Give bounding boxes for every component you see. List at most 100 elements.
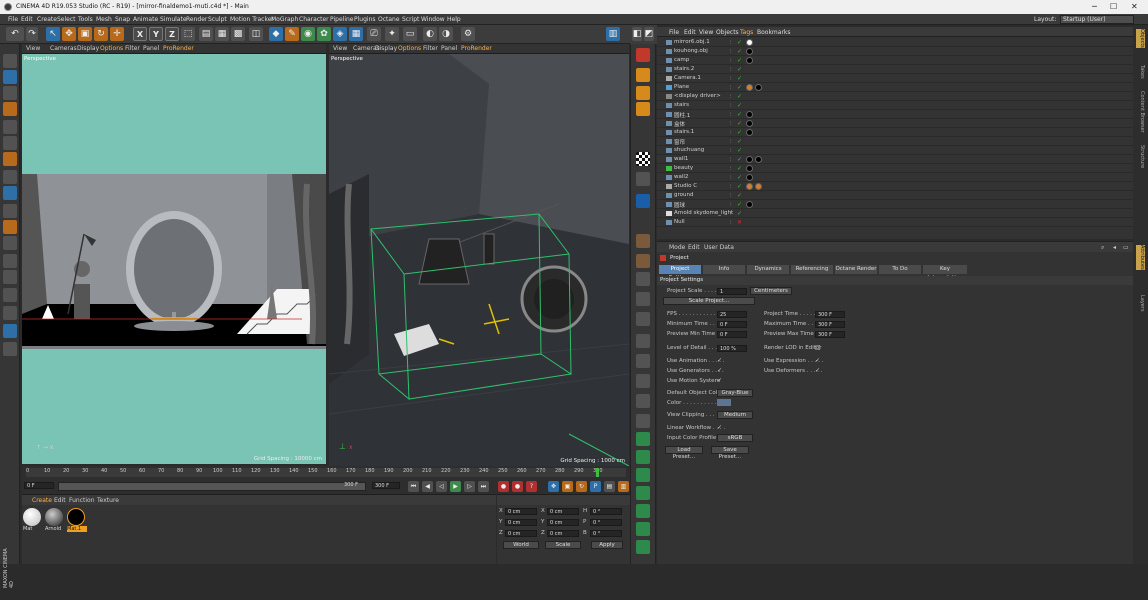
octane-icon[interactable]: ◐ bbox=[423, 27, 437, 41]
mat-menu-texture[interactable]: Texture bbox=[97, 497, 119, 504]
visibility-dots-icon[interactable]: ⁝ bbox=[730, 121, 732, 127]
camera-icon[interactable]: ⎚ bbox=[367, 27, 381, 41]
timeline-window-icon[interactable]: ▥ bbox=[618, 481, 629, 492]
move-tool-icon[interactable]: ✥ bbox=[62, 27, 76, 41]
visibility-dots-icon[interactable]: ⁝ bbox=[730, 130, 732, 136]
array-icon[interactable]: ✿ bbox=[317, 27, 331, 41]
strip-icon-c[interactable] bbox=[636, 254, 650, 268]
tab-to-do[interactable]: To Do bbox=[879, 265, 921, 274]
object-row[interactable]: 圆球 ⁝ ✓ bbox=[657, 200, 1133, 209]
coord-position-field[interactable]: 0 cm bbox=[505, 530, 537, 537]
tag-icon[interactable] bbox=[755, 183, 762, 190]
visibility-dots-icon[interactable]: ⁝ bbox=[730, 220, 732, 226]
menu-motion-tracker[interactable]: Motion Tracker bbox=[230, 16, 274, 23]
vp1-menu-panel[interactable]: Panel bbox=[143, 45, 159, 52]
planar-workplane-icon[interactable] bbox=[3, 270, 17, 284]
render-view-icon[interactable]: ▤ bbox=[199, 27, 213, 41]
x-axis-lock-button[interactable]: X bbox=[133, 27, 147, 41]
enabled-check-icon[interactable]: ✓ bbox=[737, 102, 742, 109]
tag-icon[interactable] bbox=[746, 183, 753, 190]
key-param-icon[interactable]: P bbox=[590, 481, 601, 492]
visibility-dots-icon[interactable]: ⁝ bbox=[730, 148, 732, 154]
material-swatch[interactable]: Mat.1 bbox=[67, 508, 87, 534]
visibility-dots-icon[interactable]: ⁝ bbox=[730, 76, 732, 82]
cube-icon[interactable]: ◆ bbox=[269, 27, 283, 41]
goto-start-icon[interactable]: ⏮ bbox=[408, 481, 419, 492]
green-strip-icon[interactable] bbox=[636, 504, 650, 518]
use-motion-system-checkbox[interactable]: ✓ bbox=[717, 377, 722, 384]
coord-rotation-field[interactable]: 0 ° bbox=[590, 508, 622, 515]
enabled-check-icon[interactable]: ✓ bbox=[737, 120, 742, 127]
object-row[interactable]: stairs.1 ⁝ ✓ bbox=[657, 128, 1133, 137]
tag-icon[interactable] bbox=[746, 84, 753, 91]
obj-menu-tags[interactable]: Tags bbox=[740, 29, 753, 36]
y-axis-lock-button[interactable]: Y bbox=[149, 27, 163, 41]
menu-help[interactable]: Help bbox=[447, 16, 461, 23]
goto-end-icon[interactable]: ⏭ bbox=[478, 481, 489, 492]
object-row[interactable]: shuchuang ⁝ ✓ bbox=[657, 146, 1133, 155]
menu-octane[interactable]: Octane bbox=[378, 16, 400, 23]
maximize-button[interactable]: ☐ bbox=[1110, 2, 1117, 11]
visibility-dots-icon[interactable]: ⁝ bbox=[730, 184, 732, 190]
scale-tool-icon[interactable]: ▣ bbox=[78, 27, 92, 41]
viewport-left[interactable]: Perspective ↑ → x Grid Spacing : 10000 c… bbox=[22, 54, 326, 464]
object-row[interactable]: ground ⁝ ✓ bbox=[657, 191, 1133, 200]
menu-animate[interactable]: Animate bbox=[133, 16, 158, 23]
visibility-dots-icon[interactable]: ⁝ bbox=[730, 40, 732, 46]
enabled-check-icon[interactable]: ✓ bbox=[737, 183, 742, 190]
autokey-icon[interactable]: ● bbox=[512, 481, 523, 492]
vp1-menu-prorender[interactable]: ProRender bbox=[163, 45, 194, 52]
disabled-x-icon[interactable]: ✕ bbox=[737, 219, 742, 226]
tweak-mode-icon[interactable] bbox=[3, 186, 17, 200]
vp1-menu-cameras[interactable]: Cameras bbox=[50, 45, 77, 52]
strip-icon-d[interactable] bbox=[636, 272, 650, 286]
green-strip-icon[interactable] bbox=[636, 540, 650, 554]
layout-switch-icon[interactable]: ▥ bbox=[606, 27, 620, 41]
workplane-icon[interactable]: ◩ bbox=[644, 27, 654, 41]
tab-project-settings[interactable]: Project Settings bbox=[659, 265, 701, 281]
mat-menu-function[interactable]: Function bbox=[69, 497, 95, 504]
coord-position-field[interactable]: 0 cm bbox=[505, 508, 537, 515]
linear-workflow-checkbox[interactable]: ✓ bbox=[717, 424, 722, 431]
visibility-dots-icon[interactable]: ⁝ bbox=[730, 211, 732, 217]
visibility-dots-icon[interactable]: ⁝ bbox=[730, 85, 732, 91]
strip-icon-e[interactable] bbox=[636, 292, 650, 306]
side-tab-content-browser[interactable]: Content Browser bbox=[1136, 91, 1145, 133]
enabled-check-icon[interactable]: ✓ bbox=[737, 147, 742, 154]
enabled-check-icon[interactable]: ✓ bbox=[737, 174, 742, 181]
layout-dropdown[interactable]: Startup (User) bbox=[1060, 15, 1134, 24]
vp2-menu-panel[interactable]: Panel bbox=[441, 45, 457, 52]
polygons-mode-icon[interactable] bbox=[3, 136, 17, 150]
use-expression-checkbox[interactable]: ✓ bbox=[815, 357, 820, 364]
menu-mesh[interactable]: Mesh bbox=[96, 16, 112, 23]
maximum-time-field[interactable]: 300 F bbox=[815, 321, 845, 328]
mat-menu-edit[interactable]: Edit bbox=[54, 497, 66, 504]
object-row[interactable]: mirror6.obj.1 ⁝ ✓ bbox=[657, 38, 1133, 47]
visibility-dots-icon[interactable]: ⁝ bbox=[730, 112, 732, 118]
vp2-menu-prorender[interactable]: ProRender bbox=[461, 45, 492, 52]
enabled-check-icon[interactable]: ✓ bbox=[737, 111, 742, 118]
key-rotation-icon[interactable]: ↻ bbox=[576, 481, 587, 492]
python-icon[interactable]: ⚙ bbox=[461, 27, 475, 41]
menu-select[interactable]: Select bbox=[57, 16, 76, 23]
enabled-check-icon[interactable]: ✓ bbox=[737, 75, 742, 82]
live-selection-icon[interactable]: ↖ bbox=[46, 27, 60, 41]
menu-tools[interactable]: Tools bbox=[78, 16, 93, 23]
obj-menu-file[interactable]: File bbox=[669, 29, 679, 36]
use-animation-checkbox[interactable]: ✓ bbox=[717, 357, 722, 364]
save-preset-button[interactable]: Save Preset... bbox=[711, 446, 749, 460]
enabled-check-icon[interactable]: ✓ bbox=[737, 165, 742, 172]
tab-info[interactable]: Info bbox=[703, 265, 745, 274]
obj-menu-edit[interactable]: Edit bbox=[684, 29, 696, 36]
obj-menu-objects[interactable]: Objects bbox=[716, 29, 739, 36]
menu-create[interactable]: Create bbox=[37, 16, 57, 23]
snap-icon[interactable]: ◧ bbox=[632, 27, 642, 41]
locked-workplane-icon[interactable] bbox=[3, 254, 17, 268]
object-row[interactable]: stairs.2 ⁝ ✓ bbox=[657, 65, 1133, 74]
project-time-field[interactable]: 300 F bbox=[815, 311, 845, 318]
enabled-check-icon[interactable]: ✓ bbox=[737, 201, 742, 208]
coord-rotation-field[interactable]: 0 ° bbox=[590, 519, 622, 526]
strip-icon-i[interactable] bbox=[636, 374, 650, 388]
color-swatch[interactable] bbox=[717, 399, 731, 406]
green-strip-icon[interactable] bbox=[636, 468, 650, 482]
